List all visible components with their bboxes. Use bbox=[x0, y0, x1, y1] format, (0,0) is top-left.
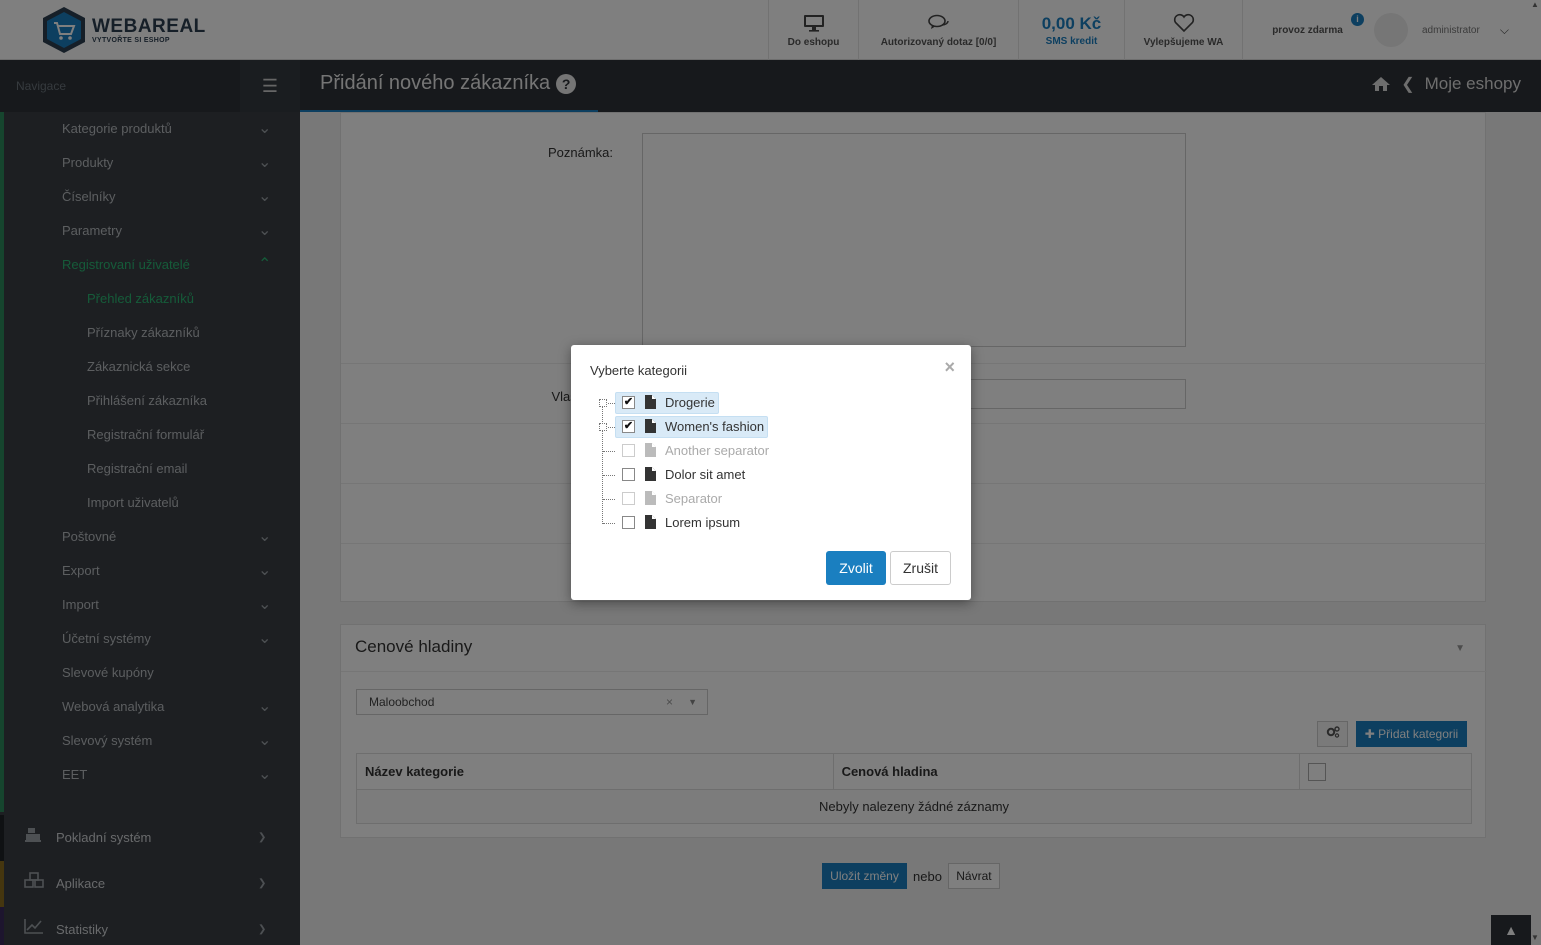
tree-node-checkbox bbox=[622, 444, 635, 457]
tree-node[interactable]: Dolor sit amet bbox=[595, 463, 825, 487]
tree-node-checkbox[interactable]: ✔ bbox=[622, 420, 635, 433]
tree-node-label: Lorem ipsum bbox=[665, 515, 741, 530]
tree-node: Another separator bbox=[595, 439, 825, 463]
tree-connector-line bbox=[603, 499, 615, 500]
scrollbar-up-arrow[interactable]: ▲ bbox=[1529, 0, 1541, 10]
tree-node-checkbox[interactable] bbox=[622, 468, 635, 481]
tree-node[interactable]: Lorem ipsum bbox=[595, 511, 825, 535]
modal-title: Vyberte kategorii bbox=[590, 363, 688, 378]
tree-node-label: Another separator bbox=[665, 443, 770, 458]
tree-node-checkbox[interactable]: ✔ bbox=[622, 396, 635, 409]
tree-node-label: Drogerie bbox=[665, 395, 715, 410]
select-category-modal: Vyberte kategorii × ✔ Drogerie ✔ Women's fa… bbox=[571, 345, 971, 600]
document-icon bbox=[645, 395, 656, 409]
tree-node[interactable]: ✔ Drogerie bbox=[595, 391, 825, 415]
tree-connector-line bbox=[603, 451, 615, 452]
choose-button[interactable]: Zvolit bbox=[826, 551, 886, 585]
tree-node-checkbox[interactable] bbox=[622, 516, 635, 529]
tree-connector-line bbox=[603, 475, 615, 476]
tree-node-checkbox bbox=[622, 492, 635, 505]
scrollbar-down-arrow[interactable]: ▼ bbox=[1529, 933, 1541, 943]
tree-node[interactable]: ✔ Women's fashion bbox=[595, 415, 825, 439]
expand-node-icon[interactable] bbox=[599, 399, 607, 407]
document-icon bbox=[645, 491, 656, 505]
document-icon bbox=[645, 467, 656, 481]
tree-node-label: Dolor sit amet bbox=[665, 467, 746, 482]
tree-node: Separator bbox=[595, 487, 825, 511]
close-icon[interactable]: × bbox=[944, 357, 955, 378]
cancel-button[interactable]: Zrušit bbox=[890, 551, 951, 585]
tree-node-label: Separator bbox=[665, 491, 723, 506]
tree-node-label: Women's fashion bbox=[665, 419, 765, 434]
document-icon bbox=[645, 419, 656, 433]
document-icon bbox=[645, 515, 656, 529]
expand-node-icon[interactable] bbox=[599, 423, 607, 431]
document-icon bbox=[645, 443, 656, 457]
category-tree: ✔ Drogerie ✔ Women's fashion Another separat… bbox=[595, 391, 795, 531]
tree-connector-line bbox=[603, 523, 615, 524]
